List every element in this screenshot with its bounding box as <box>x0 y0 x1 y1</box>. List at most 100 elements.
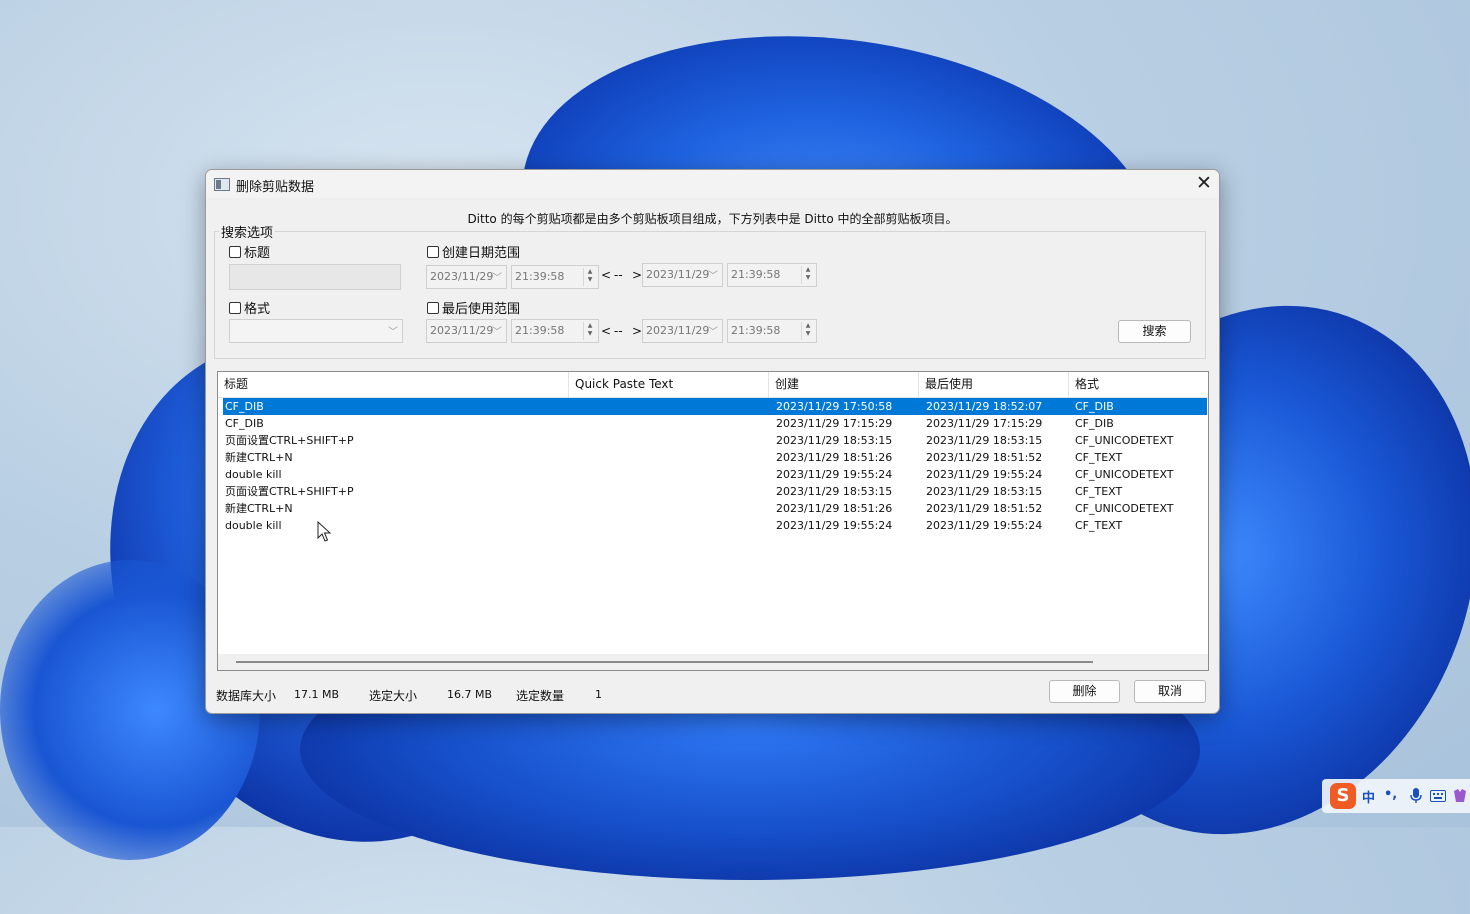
created-to-date-picker[interactable]: 2023/11/29 ﹀ <box>642 263 723 287</box>
created-from-date-picker[interactable]: 2023/11/29 ﹀ <box>426 265 507 289</box>
table-cell-last-used: 2023/11/29 18:51:52 <box>926 502 1043 515</box>
lastused-from-date-picker[interactable]: 2023/11/29 ﹀ <box>426 319 507 343</box>
clip-data-list[interactable]: 标题 Quick Paste Text 创建 最后使用 格式 CF_DIB 202… <box>217 371 1209 671</box>
checkbox-box[interactable] <box>229 245 241 258</box>
table-row[interactable]: double kill 2023/11/29 19:55:24 2023/11/29… <box>223 517 1207 534</box>
close-button[interactable]: ✕ <box>1189 170 1219 198</box>
keyboard-icon[interactable] <box>1430 790 1446 802</box>
table-cell-last-used: 2023/11/29 17:15:29 <box>926 417 1043 430</box>
selected-count-value: 1 <box>595 688 602 701</box>
db-size-label: 数据库大小 <box>216 689 277 703</box>
created-to-time: 21:39:58 <box>731 268 781 281</box>
created-range-checkbox[interactable]: 创建日期范围 <box>427 242 520 261</box>
skin-icon[interactable] <box>1452 788 1468 804</box>
table-row[interactable]: 页面设置CTRL+SHIFT+P 2023/11/29 18:53:15 2023/… <box>223 432 1207 449</box>
column-header-quick-paste[interactable]: Quick Paste Text <box>569 372 769 397</box>
lastused-range-label: 最后使用范围 <box>442 302 521 317</box>
selected-count-label: 选定数量 <box>516 689 565 703</box>
table-cell-title: 新建CTRL+N <box>225 502 293 515</box>
checkbox-box[interactable] <box>229 301 241 314</box>
search-button[interactable]: 搜索 <box>1118 320 1191 343</box>
table-cell-title: 页面设置CTRL+SHIFT+P <box>225 485 354 498</box>
column-header-last-used[interactable]: 最后使用 <box>919 372 1069 397</box>
format-select[interactable]: ﹀ <box>229 319 403 343</box>
table-cell-format: CF_DIB <box>1075 417 1114 430</box>
created-to-time-spinner[interactable]: 21:39:58 ▲ ▼ <box>727 263 817 287</box>
lastused-to-time-spinner[interactable]: 21:39:58 ▲ ▼ <box>727 319 817 343</box>
lastused-from-date: 2023/11/29 <box>430 324 494 337</box>
table-cell-created: 2023/11/29 18:51:26 <box>776 451 893 464</box>
table-cell-created: 2023/11/29 19:55:24 <box>776 519 893 532</box>
table-row[interactable]: CF_DIB 2023/11/29 17:50:58 2023/11/29 18:5… <box>223 398 1207 415</box>
column-header-created[interactable]: 创建 <box>769 372 919 397</box>
selected-size-label: 选定大小 <box>369 689 418 703</box>
table-row[interactable]: 新建CTRL+N 2023/11/29 18:51:26 2023/11/29 18… <box>223 500 1207 517</box>
checkbox-box[interactable] <box>427 245 439 258</box>
horizontal-scrollbar[interactable] <box>218 654 1208 670</box>
table-cell-last-used: 2023/11/29 19:55:24 <box>926 519 1043 532</box>
ime-mode-indicator[interactable]: 中 <box>1362 787 1375 806</box>
title-bar[interactable]: 删除剪贴数据 ✕ <box>206 170 1219 198</box>
table-cell-format: CF_TEXT <box>1075 485 1123 498</box>
table-cell-format: CF_TEXT <box>1075 519 1123 532</box>
chevron-down-icon: ﹀ <box>708 327 718 338</box>
table-row[interactable]: double kill 2023/11/29 19:55:24 2023/11/29… <box>223 466 1207 483</box>
range-dash: -- <box>614 268 623 282</box>
search-options-label: 搜索选项 <box>219 222 276 241</box>
lastused-to-time: 21:39:58 <box>731 324 781 337</box>
column-header-format[interactable]: 格式 <box>1069 372 1208 397</box>
table-cell-last-used: 2023/11/29 18:52:07 <box>926 400 1043 413</box>
table-cell-title: CF_DIB <box>225 417 264 430</box>
ime-toolbar: S 中 •, <box>1322 779 1470 813</box>
table-cell-title: double kill <box>225 519 282 532</box>
created-to-date: 2023/11/29 <box>646 268 710 281</box>
app-icon <box>214 178 230 191</box>
delete-clip-data-dialog: 删除剪贴数据 ✕ Ditto 的每个剪贴项都是由多个剪贴板项目组成，下方列表中是… <box>205 169 1220 714</box>
lastused-to-date-picker[interactable]: 2023/11/29 ﹀ <box>642 319 723 343</box>
lastused-range-checkbox[interactable]: 最后使用范围 <box>427 298 520 317</box>
punctuation-toggle[interactable]: •, <box>1384 787 1397 802</box>
table-cell-title: double kill <box>225 468 282 481</box>
range-lt: < <box>601 324 612 338</box>
column-header-title[interactable]: 标题 <box>218 372 569 397</box>
format-checkbox-label: 格式 <box>244 302 271 317</box>
table-cell-created: 2023/11/29 17:15:29 <box>776 417 893 430</box>
created-range-label: 创建日期范围 <box>442 246 521 261</box>
table-cell-format: CF_DIB <box>1075 400 1114 413</box>
table-row[interactable]: CF_DIB 2023/11/29 17:15:29 2023/11/29 17:1… <box>223 415 1207 432</box>
chevron-down-icon: ﹀ <box>492 273 502 284</box>
table-cell-created: 2023/11/29 17:50:58 <box>776 400 893 413</box>
table-row[interactable]: 页面设置CTRL+SHIFT+P 2023/11/29 18:53:15 2023/… <box>223 483 1207 500</box>
table-cell-last-used: 2023/11/29 18:53:15 <box>926 434 1043 447</box>
checkbox-box[interactable] <box>427 301 439 314</box>
selected-size-value: 16.7 MB <box>447 688 493 701</box>
cancel-button[interactable]: 取消 <box>1134 680 1206 703</box>
table-row[interactable]: 新建CTRL+N 2023/11/29 18:51:26 2023/11/29 18… <box>223 449 1207 466</box>
table-cell-last-used: 2023/11/29 19:55:24 <box>926 468 1043 481</box>
created-from-date: 2023/11/29 <box>430 270 494 283</box>
created-from-time-spinner[interactable]: 21:39:58 ▲ ▼ <box>511 265 599 289</box>
scrollbar-thumb[interactable] <box>236 661 1093 663</box>
microphone-icon[interactable] <box>1410 788 1422 804</box>
lastused-from-time-spinner[interactable]: 21:39:58 ▲ ▼ <box>511 319 599 343</box>
range-lt: < <box>601 268 612 282</box>
sogou-ime-logo-icon[interactable]: S <box>1330 783 1356 809</box>
title-checkbox-label: 标题 <box>244 246 271 261</box>
spinner-arrows-icon[interactable]: ▲ ▼ <box>583 322 596 340</box>
spinner-arrows-icon[interactable]: ▲ ▼ <box>801 322 814 340</box>
lastused-from-time: 21:39:58 <box>515 324 565 337</box>
table-cell-title: CF_DIB <box>225 400 264 413</box>
title-checkbox[interactable]: 标题 <box>229 242 270 261</box>
intro-text: Ditto 的每个剪贴项都是由多个剪贴板项目组成，下方列表中是 Ditto 中的… <box>467 212 958 226</box>
spinner-arrows-icon[interactable]: ▲ ▼ <box>583 268 596 286</box>
dialog-title: 删除剪贴数据 <box>236 180 315 195</box>
delete-button[interactable]: 删除 <box>1049 680 1120 703</box>
spinner-arrows-icon[interactable]: ▲ ▼ <box>801 266 814 284</box>
created-from-time: 21:39:58 <box>515 270 565 283</box>
lastused-to-date: 2023/11/29 <box>646 324 710 337</box>
range-gt: > <box>632 268 643 282</box>
format-checkbox[interactable]: 格式 <box>229 298 270 317</box>
title-filter-input[interactable] <box>229 264 401 290</box>
list-header: 标题 Quick Paste Text 创建 最后使用 格式 <box>218 372 1208 398</box>
table-cell-last-used: 2023/11/29 18:51:52 <box>926 451 1043 464</box>
